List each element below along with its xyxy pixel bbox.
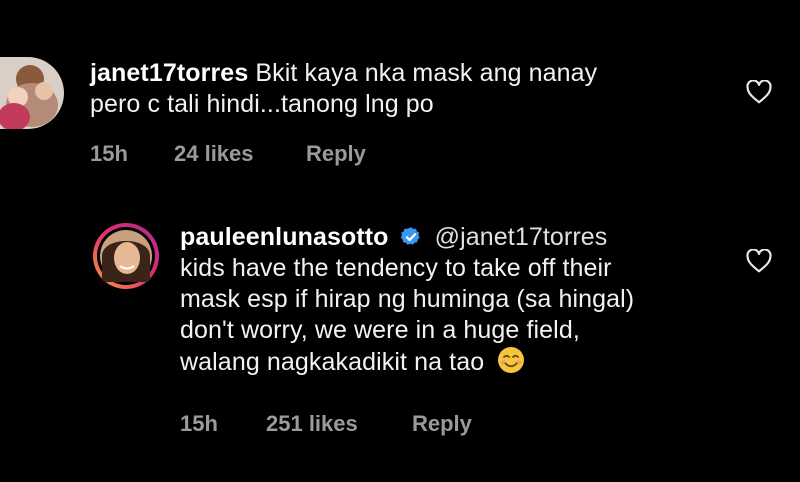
comment-timestamp: 15h [180, 411, 218, 436]
avatar-janet17torres[interactable] [0, 57, 64, 129]
comment-text-line: walang nagkakadikit na tao [180, 348, 485, 376]
mention-link[interactable]: @janet17torres [435, 223, 608, 251]
comment-meta: 15h 24 likes Reply [90, 141, 366, 167]
comments-thread: janet17torres Bkit kaya nka mask ang nan… [0, 0, 800, 482]
comment-text-line: don't worry, we were in a huge field, [180, 316, 580, 344]
comment-text-line: kids have the tendency to take off their [180, 254, 612, 282]
comment-body: janet17torres Bkit kaya nka mask ang nan… [90, 58, 597, 120]
reply-meta: 15h 251 likes Reply [180, 411, 472, 437]
avatar-pauleenlunasotto[interactable] [92, 222, 160, 290]
comment-timestamp: 15h [90, 141, 128, 166]
comment-username[interactable]: pauleenlunasotto [180, 223, 389, 251]
smiling-face-emoji [498, 347, 525, 373]
comment-text-line: Bkit kaya nka mask ang nanay [255, 59, 598, 87]
verified-badge-icon [400, 227, 420, 245]
comment-text-line: mask esp if hirap ng huminga (sa hingal) [180, 285, 635, 313]
reply-button[interactable]: Reply [412, 411, 472, 437]
comment-text-line: pero c tali hindi...tanong lng po [90, 90, 434, 118]
comment-username[interactable]: janet17torres [90, 59, 248, 87]
reply-button[interactable]: Reply [306, 141, 366, 167]
reply-body: pauleenlunasotto @janet17torres kids hav… [180, 222, 634, 378]
heart-outline-icon[interactable] [746, 249, 772, 273]
heart-outline-icon[interactable] [746, 80, 772, 104]
comment-likes-count[interactable]: 251 likes [266, 411, 412, 437]
comment-likes-count[interactable]: 24 likes [174, 141, 306, 167]
